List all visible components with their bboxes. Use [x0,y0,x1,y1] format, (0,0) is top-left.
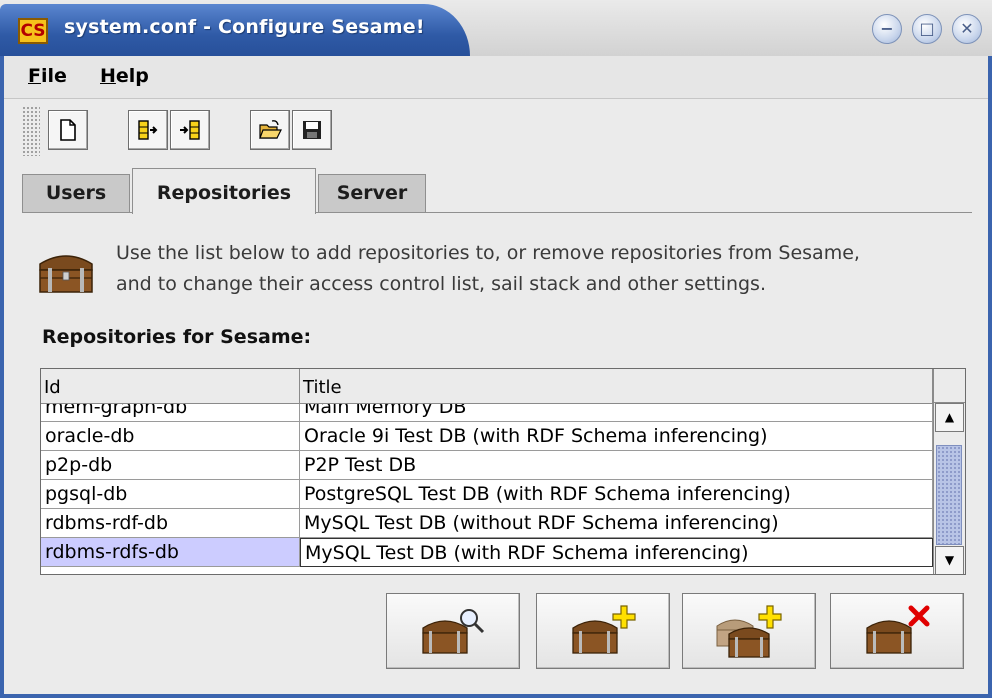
save-button[interactable] [292,110,332,150]
scroll-down-button[interactable]: ▼ [935,546,964,574]
toolbar-grip[interactable] [22,106,40,156]
cell-title: P2P Test DB [300,451,933,480]
section-title: Repositories for Sesame: [42,326,312,348]
table-header-corner [933,369,965,403]
cell-title: MySQL Test DB (with RDF Schema inferenci… [300,538,933,567]
cell-id: rdbms-rdfs-db [41,538,300,567]
repositories-table: mem-graph-db Main Memory DB oracle-db Or… [40,368,966,575]
vertical-scrollbar[interactable]: ▲ ▼ [933,403,965,574]
menu-bar: File Help [4,56,988,99]
scroll-up-button[interactable]: ▲ [935,403,964,432]
inspect-repository-button[interactable] [386,593,520,669]
save-icon [303,121,321,139]
new-file-icon [60,119,76,141]
maximize-button[interactable]: □ [912,14,942,44]
add-multiple-repositories-icon [716,605,782,658]
description-line-2: and to change their access control list,… [116,273,766,295]
menu-file-mnemonic: F [28,65,41,87]
cell-id: oracle-db [41,422,300,451]
tab-server[interactable]: Server [318,174,426,212]
menu-file[interactable]: File [28,65,67,87]
cell-title: MySQL Test DB (without RDF Schema infere… [300,509,933,538]
table-row-selected[interactable]: rdbms-rdfs-db MySQL Test DB (with RDF Sc… [41,538,933,567]
table-row[interactable]: p2p-db P2P Test DB [41,451,933,480]
import-icon [180,120,200,140]
scroll-thumb[interactable] [936,445,962,545]
repository-chest-icon [39,255,93,293]
add-repository-icon [572,605,636,654]
import-button[interactable] [170,110,210,150]
open-button[interactable] [250,110,290,150]
column-header-title[interactable]: Title [300,369,933,403]
column-header-id[interactable]: Id [41,369,300,403]
title-tab: CS system.conf - Configure Sesame! [0,4,470,56]
export-button[interactable] [128,110,168,150]
menu-help[interactable]: Help [100,65,149,87]
window-title: system.conf - Configure Sesame! [64,16,425,38]
description-line-1: Use the list below to add repositories t… [116,242,860,264]
new-button[interactable] [48,110,88,150]
cell-title: PostgreSQL Test DB (with RDF Schema infe… [300,480,933,509]
app-icon: CS [18,18,48,44]
menu-help-mnemonic: H [100,65,116,87]
add-repository-button[interactable] [536,593,670,669]
remove-repository-icon [866,605,930,654]
table-body: mem-graph-db Main Memory DB oracle-db Or… [41,393,933,574]
table-row[interactable]: rdbms-rdf-db MySQL Test DB (without RDF … [41,509,933,538]
menu-help-label: elp [115,65,149,87]
title-bar[interactable]: CS system.conf - Configure Sesame! − □ ✕ [0,0,992,56]
table-header: Id Title [41,369,933,404]
minimize-button[interactable]: − [872,14,902,44]
close-button[interactable]: ✕ [952,14,982,44]
cell-id: p2p-db [41,451,300,480]
open-folder-icon [259,120,282,139]
cell-title: Oracle 9i Test DB (with RDF Schema infer… [300,422,933,451]
tab-users[interactable]: Users [22,174,130,212]
export-icon [138,120,158,140]
cell-id: pgsql-db [41,480,300,509]
description: Use the list below to add repositories t… [116,238,966,300]
inspect-repository-icon [422,609,485,654]
toolbar [4,100,988,158]
menu-file-label: ile [40,65,67,87]
remove-repository-button[interactable] [830,593,964,669]
table-row[interactable]: pgsql-db PostgreSQL Test DB (with RDF Sc… [41,480,933,509]
tab-repositories[interactable]: Repositories [132,168,316,214]
add-multiple-repositories-button[interactable] [682,593,816,669]
cell-id: rdbms-rdf-db [41,509,300,538]
main-window: CS system.conf - Configure Sesame! − □ ✕… [0,0,992,698]
table-row[interactable]: oracle-db Oracle 9i Test DB (with RDF Sc… [41,422,933,451]
